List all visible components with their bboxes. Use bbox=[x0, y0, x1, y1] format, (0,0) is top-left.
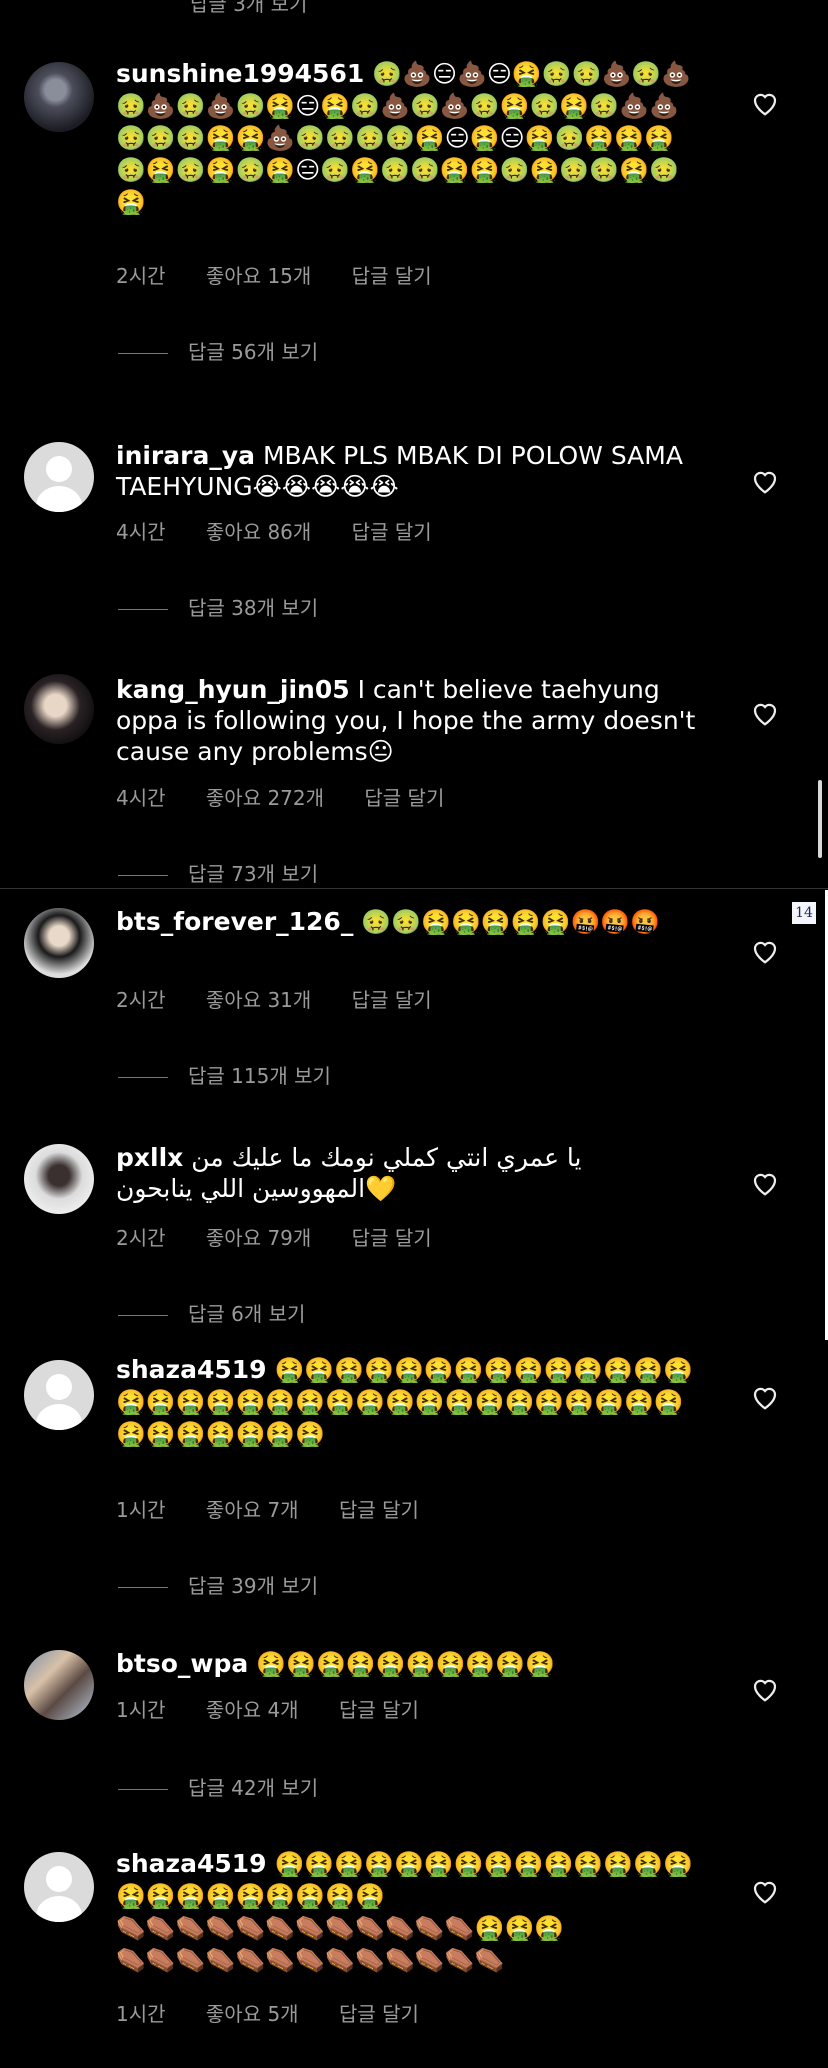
like-count[interactable]: 좋아요 5개 bbox=[206, 2002, 299, 2026]
heart-icon[interactable] bbox=[750, 1382, 780, 1412]
divider-line bbox=[118, 353, 168, 354]
like-count[interactable]: 좋아요 272개 bbox=[206, 786, 324, 810]
comment-text-block: shaza4519 🤮🤮🤮🤮🤮🤮🤮🤮🤮🤮🤮🤮🤮🤮🤮🤮🤮🤮🤮🤮🤮🤮🤮🤮🤮🤮🤮🤮🤮🤮… bbox=[116, 1354, 696, 1450]
timestamp: 2시간 bbox=[116, 988, 166, 1012]
reply-button[interactable]: 답글 달기 bbox=[364, 786, 444, 810]
like-count[interactable]: 좋아요 15개 bbox=[206, 264, 311, 288]
heart-icon[interactable] bbox=[750, 466, 780, 496]
like-count[interactable]: 좋아요 79개 bbox=[206, 1226, 311, 1250]
comment-body: 🤮🤮🤮🤮🤮🤮🤮🤮🤮🤮 bbox=[256, 1650, 556, 1678]
avatar[interactable] bbox=[24, 1650, 94, 1720]
comment-meta: 2시간 좋아요 31개 답글 달기 bbox=[116, 984, 466, 1013]
scrollbar[interactable] bbox=[818, 780, 822, 858]
avatar[interactable] bbox=[24, 1852, 94, 1922]
timestamp: 2시간 bbox=[116, 1226, 166, 1250]
reply-button[interactable]: 답글 달기 bbox=[339, 2002, 419, 2026]
like-count[interactable]: 좋아요 86개 bbox=[206, 520, 311, 544]
view-replies[interactable]: 답글 42개 보기 bbox=[118, 1772, 318, 1801]
heart-icon[interactable] bbox=[750, 698, 780, 728]
view-replies[interactable]: 답글 56개 보기 bbox=[118, 336, 318, 365]
heart-icon[interactable] bbox=[750, 88, 780, 118]
reply-button[interactable]: 답글 달기 bbox=[352, 264, 432, 288]
comment-text-block: kang_hyun_jin05 I can't believe taehyung… bbox=[116, 674, 696, 767]
badge: 14 bbox=[792, 902, 816, 924]
heart-icon[interactable] bbox=[750, 1876, 780, 1906]
divider-line bbox=[118, 1789, 168, 1790]
view-replies[interactable]: 답글 115개 보기 bbox=[118, 1060, 331, 1089]
heart-icon[interactable] bbox=[750, 1674, 780, 1704]
comment-meta: 2시간 좋아요 15개 답글 달기 bbox=[116, 260, 466, 289]
comment-meta: 4시간 좋아요 86개 답글 달기 bbox=[116, 516, 466, 545]
avatar[interactable] bbox=[24, 1144, 94, 1214]
view-replies[interactable]: 답글 6개 보기 bbox=[118, 1298, 305, 1327]
like-count[interactable]: 좋아요 31개 bbox=[206, 988, 311, 1012]
avatar[interactable] bbox=[24, 442, 94, 512]
reply-button[interactable]: 답글 달기 bbox=[339, 1698, 419, 1722]
comment-meta: 1시간 좋아요 4개 답글 달기 bbox=[116, 1694, 453, 1723]
username[interactable]: bts_forever_126_ bbox=[116, 907, 353, 936]
divider-line bbox=[118, 609, 168, 610]
reply-button[interactable]: 답글 달기 bbox=[352, 1226, 432, 1250]
previous-replies-link[interactable]: 답글 3개 보기 bbox=[190, 0, 307, 17]
comment-text-block: bts_forever_126_ 🤢🤢🤮🤮🤮🤮🤮🤬🤬🤬 bbox=[116, 906, 696, 938]
username[interactable]: sunshine1994561 bbox=[116, 59, 364, 88]
timestamp: 4시간 bbox=[116, 520, 166, 544]
comment-text-block: shaza4519 🤮🤮🤮🤮🤮🤮🤮🤮🤮🤮🤮🤮🤮🤮🤮🤮🤮🤮🤮🤮🤮🤮🤮⚰️⚰️⚰️⚰… bbox=[116, 1848, 696, 1976]
like-count[interactable]: 좋아요 4개 bbox=[206, 1698, 299, 1722]
comment-meta: 1시간 좋아요 5개 답글 달기 bbox=[116, 1998, 453, 2027]
view-replies[interactable]: 답글 73개 보기 bbox=[118, 858, 318, 887]
reply-button[interactable]: 답글 달기 bbox=[352, 520, 432, 544]
timestamp: 2시간 bbox=[116, 264, 166, 288]
comment-text-block: pxllx يا عمري انتي كملي نومك ما عليك من … bbox=[116, 1142, 696, 1204]
comment-meta: 4시간 좋아요 272개 답글 달기 bbox=[116, 782, 478, 811]
comment-text-block: sunshine1994561 🤢💩😑💩😑🤮🤢🤢💩🤢💩🤢💩🤢💩🤢🤮😑🤮🤢💩🤢💩🤢… bbox=[116, 58, 696, 218]
username[interactable]: btso_wpa bbox=[116, 1649, 248, 1678]
divider-line bbox=[118, 875, 168, 876]
heart-icon[interactable] bbox=[750, 1168, 780, 1198]
divider-line bbox=[118, 1587, 168, 1588]
timestamp: 1시간 bbox=[116, 1698, 166, 1722]
comment-text-block: inirara_ya MBAK PLS MBAK DI POLOW SAMA T… bbox=[116, 440, 696, 502]
like-count[interactable]: 좋아요 7개 bbox=[206, 1498, 299, 1522]
username[interactable]: shaza4519 bbox=[116, 1355, 267, 1384]
divider-line bbox=[118, 1315, 168, 1316]
reply-button[interactable]: 답글 달기 bbox=[352, 988, 432, 1012]
view-replies[interactable]: 답글 38개 보기 bbox=[118, 592, 318, 621]
screenshot-seam bbox=[0, 888, 828, 889]
comment-text-block: btso_wpa 🤮🤮🤮🤮🤮🤮🤮🤮🤮🤮 bbox=[116, 1648, 696, 1680]
username[interactable]: inirara_ya bbox=[116, 441, 255, 470]
timestamp: 1시간 bbox=[116, 2002, 166, 2026]
comment-body: يا عمري انتي كملي نومك ما عليك من المهوو… bbox=[116, 1143, 582, 1203]
avatar[interactable] bbox=[24, 674, 94, 744]
avatar[interactable] bbox=[24, 62, 94, 132]
avatar[interactable] bbox=[24, 908, 94, 978]
comment-body: 🤢🤢🤮🤮🤮🤮🤮🤬🤬🤬 bbox=[361, 908, 661, 936]
view-replies[interactable]: 답글 39개 보기 bbox=[118, 1570, 318, 1599]
heart-icon[interactable] bbox=[750, 936, 780, 966]
timestamp: 4시간 bbox=[116, 786, 166, 810]
username[interactable]: kang_hyun_jin05 bbox=[116, 675, 350, 704]
avatar[interactable] bbox=[24, 1360, 94, 1430]
timestamp: 1시간 bbox=[116, 1498, 166, 1522]
reply-button[interactable]: 답글 달기 bbox=[339, 1498, 419, 1522]
comment-meta: 1시간 좋아요 7개 답글 달기 bbox=[116, 1494, 453, 1523]
username[interactable]: pxllx bbox=[116, 1143, 183, 1172]
comment-meta: 2시간 좋아요 79개 답글 달기 bbox=[116, 1222, 466, 1251]
divider-line bbox=[118, 1077, 168, 1078]
username[interactable]: shaza4519 bbox=[116, 1849, 267, 1878]
